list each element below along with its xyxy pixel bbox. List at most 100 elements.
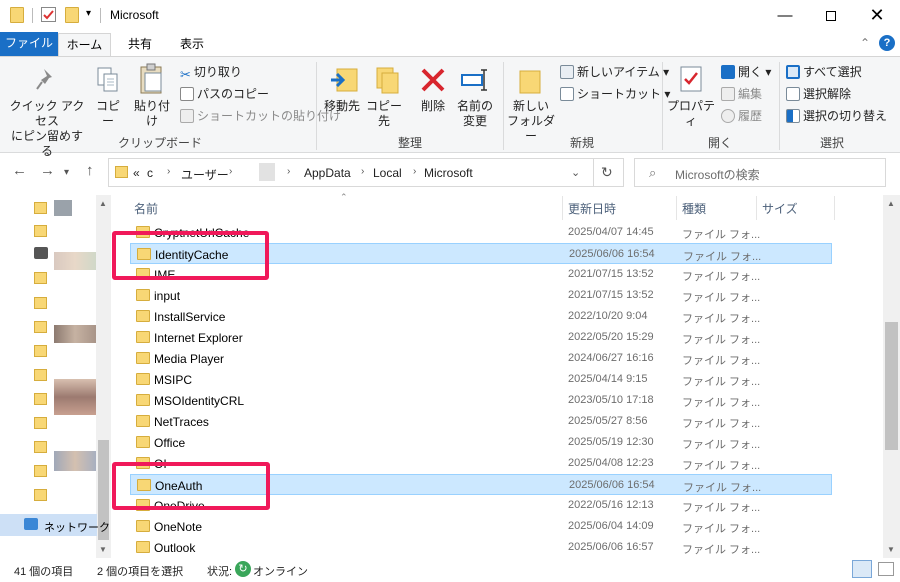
file-row[interactable]: MSOIdentityCRL 2023/05/10 17:18 ファイル フォ... (130, 390, 832, 411)
column-header-date[interactable]: 更新日時 (568, 200, 616, 217)
recent-locations-icon[interactable]: ▾ (64, 167, 69, 178)
file-name: Internet Explorer (154, 331, 243, 345)
back-button[interactable]: ← (12, 162, 27, 179)
move-to-button[interactable]: 移動先 (322, 99, 362, 114)
paste-button[interactable]: 貼り付け (129, 99, 175, 129)
copy-button[interactable]: コピー (93, 99, 123, 129)
folder-icon[interactable] (34, 321, 47, 333)
address-overflow[interactable]: « (133, 166, 140, 180)
divider[interactable] (676, 196, 677, 220)
maximize-button[interactable] (808, 0, 854, 31)
chevron-right-icon[interactable]: › (287, 166, 290, 177)
chevron-right-icon[interactable]: › (413, 166, 416, 177)
forward-button[interactable]: → (40, 162, 55, 179)
folder-icon[interactable] (34, 272, 47, 284)
file-type: ファイル フォ... (682, 376, 761, 388)
chevron-down-icon[interactable]: ⌄ (571, 166, 580, 179)
download-icon[interactable] (34, 247, 48, 259)
cut-button[interactable]: ✂ 切り取り (180, 64, 242, 82)
file-date: 2021/07/15 13:52 (568, 289, 654, 301)
chevron-right-icon[interactable]: › (229, 166, 232, 177)
new-folder-quick-icon[interactable] (65, 7, 79, 23)
edit-button[interactable]: 編集 (721, 86, 762, 102)
file-row[interactable]: Outlook 2025/06/06 16:57 ファイル フォ... (130, 537, 832, 558)
address-bar[interactable]: « c › ユーザー › › AppData › Local › Microso… (108, 158, 624, 187)
folder-icon[interactable] (34, 489, 47, 501)
folder-icon[interactable] (34, 369, 47, 381)
new-folder-button[interactable]: 新しい フォルダー (505, 99, 557, 144)
file-row[interactable]: NetTraces 2025/05/27 8:56 ファイル フォ... (130, 411, 832, 432)
folder-icon[interactable] (34, 393, 47, 405)
search-input[interactable]: Microsoftの検索 (675, 166, 760, 183)
folder-icon[interactable] (34, 345, 47, 357)
large-icons-view-button[interactable] (878, 562, 894, 576)
tab-share[interactable]: 共有 (120, 33, 160, 56)
properties-button[interactable]: プロパティ (666, 99, 716, 129)
file-row[interactable]: input 2021/07/15 13:52 ファイル フォ... (130, 285, 832, 306)
folder-icon[interactable] (34, 417, 47, 429)
select-none-button[interactable]: 選択解除 (786, 86, 851, 102)
open-button[interactable]: 開く ▾ (721, 64, 771, 80)
customize-quick-access-icon[interactable]: ▾ (86, 8, 91, 19)
tab-home[interactable]: ホーム (58, 33, 111, 56)
address-segment-users[interactable]: ユーザー (181, 166, 229, 183)
properties-icon (679, 65, 705, 98)
address-segment-drive[interactable]: c (147, 166, 153, 180)
folder-icon[interactable] (34, 297, 47, 309)
divider[interactable] (834, 196, 835, 220)
invert-selection-button[interactable]: 選択の切り替え (786, 108, 887, 124)
properties-quick-icon[interactable] (41, 7, 56, 22)
nav-item-network[interactable]: ネットワーク (0, 514, 110, 536)
file-row[interactable]: Office 2025/05/19 12:30 ファイル フォ... (130, 432, 832, 453)
divider[interactable] (756, 196, 757, 220)
tab-file[interactable]: ファイル (0, 32, 58, 56)
folder-icon (136, 352, 150, 364)
file-row[interactable]: Internet Explorer 2022/05/20 15:29 ファイル フォ… (130, 327, 832, 348)
shortcut-button[interactable]: ショートカット ▾ (560, 86, 670, 102)
new-item-button[interactable]: 新しいアイテム ▾ (560, 64, 669, 80)
scroll-up-icon[interactable]: ▲ (887, 199, 895, 208)
file-row[interactable]: OneNote 2025/06/04 14:09 ファイル フォ... (130, 516, 832, 537)
search-box[interactable]: ⌕ Microsoftの検索 (634, 158, 886, 187)
history-button[interactable]: 履歴 (721, 108, 762, 124)
collapse-ribbon-icon[interactable]: ⌃ (860, 36, 870, 50)
select-all-button[interactable]: すべて選択 (786, 64, 862, 80)
folder-icon[interactable] (34, 465, 47, 477)
column-header-size[interactable]: サイズ (762, 200, 798, 217)
divider[interactable] (562, 196, 563, 220)
help-icon[interactable]: ? (879, 35, 895, 51)
chevron-right-icon[interactable]: › (361, 166, 364, 177)
folder-icon[interactable] (34, 225, 47, 237)
folder-icon[interactable] (34, 441, 47, 453)
copy-to-button[interactable]: コピー先 (363, 99, 405, 129)
chevron-right-icon[interactable]: › (167, 166, 170, 177)
column-header-name[interactable]: 名前 (134, 200, 158, 217)
rename-button[interactable]: 名前の 変更 (455, 99, 495, 129)
divider (503, 62, 504, 150)
scroll-down-icon[interactable]: ▼ (99, 545, 107, 554)
file-date: 2025/04/07 14:45 (568, 226, 654, 238)
column-header-type[interactable]: 種類 (682, 200, 706, 217)
delete-button[interactable]: 削除 (415, 99, 451, 114)
up-button[interactable]: ↑ (86, 162, 94, 179)
folder-icon (136, 310, 150, 322)
folder-icon[interactable] (34, 202, 47, 214)
file-row[interactable]: InstallService 2022/10/20 9:04 ファイル フォ... (130, 306, 832, 327)
file-list-scrollbar-thumb[interactable] (885, 322, 898, 450)
address-segment-appdata[interactable]: AppData (304, 166, 351, 180)
tab-view[interactable]: 表示 (170, 33, 214, 56)
scroll-down-icon[interactable]: ▼ (887, 545, 895, 554)
minimize-button[interactable]: — (762, 0, 808, 31)
file-row[interactable]: Media Player 2024/06/27 16:16 ファイル フォ... (130, 348, 832, 369)
address-segment-microsoft[interactable]: Microsoft (424, 166, 473, 180)
copy-path-button[interactable]: パスのコピー (180, 86, 269, 102)
close-button[interactable]: ✕ (854, 0, 900, 31)
address-segment-local[interactable]: Local (373, 166, 402, 180)
file-row[interactable]: MSIPC 2025/04/14 9:15 ファイル フォ... (130, 369, 832, 390)
refresh-icon[interactable]: ↻ (601, 164, 613, 181)
details-view-button[interactable] (852, 560, 872, 578)
file-date: 2025/05/27 8:56 (568, 415, 648, 427)
scroll-up-icon[interactable]: ▲ (99, 199, 107, 208)
file-type: ファイル フォ... (682, 355, 761, 367)
pin-quick-access-button[interactable]: クイック アクセス にピン留めする (6, 99, 88, 159)
